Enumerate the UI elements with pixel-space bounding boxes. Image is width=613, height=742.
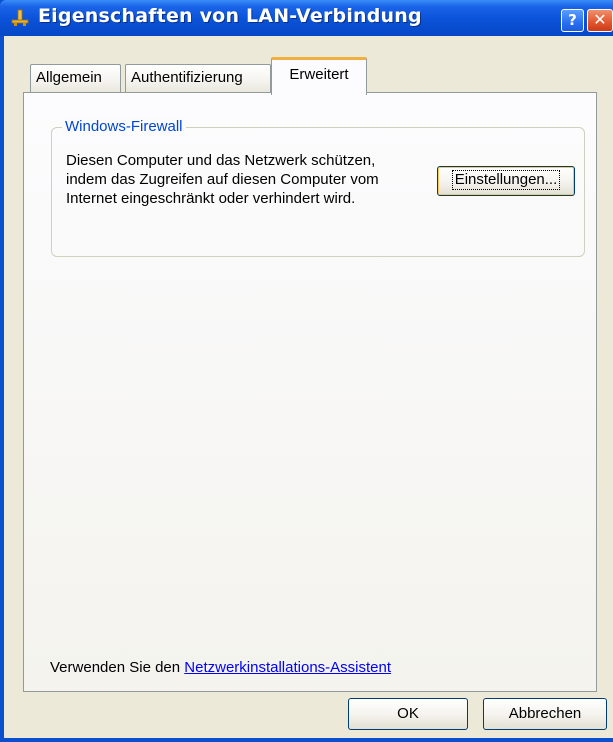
ok-button[interactable]: OK: [348, 698, 468, 730]
tab-authentifizierung[interactable]: Authentifizierung: [125, 64, 271, 92]
einstellungen-button-label: Einstellungen...: [451, 170, 561, 190]
assistant-hint: Verwenden Sie den Netzwerkinstallations-…: [50, 659, 391, 676]
firewall-description: Diesen Computer und das Netzwerk schütze…: [66, 152, 379, 207]
help-button[interactable]: ?: [561, 9, 584, 32]
network-setup-wizard-link[interactable]: Netzwerkinstallations-Assistent: [184, 659, 391, 676]
window-title: Eigenschaften von LAN-Verbindung: [38, 5, 422, 27]
dialog-window: Eigenschaften von LAN-Verbindung ? ✕ All…: [0, 0, 613, 742]
tab-erweitert[interactable]: Erweitert: [271, 57, 367, 95]
network-connection-icon: [11, 9, 29, 26]
firewall-groupbox: Windows-Firewall Diesen Computer und das…: [51, 118, 585, 257]
title-bar[interactable]: Eigenschaften von LAN-Verbindung ? ✕: [0, 0, 613, 36]
dialog-client-area: Allgemein Authentifizierung Erweitert Wi…: [4, 36, 613, 738]
einstellungen-button[interactable]: Einstellungen...: [437, 166, 575, 196]
tab-allgemein[interactable]: Allgemein: [30, 64, 121, 92]
firewall-group-label: Windows-Firewall: [62, 118, 186, 136]
tab-panel-erweitert: Windows-Firewall Diesen Computer und das…: [23, 92, 597, 692]
close-button[interactable]: ✕: [587, 9, 613, 32]
assistant-hint-text: Verwenden Sie den: [50, 659, 185, 676]
cancel-button[interactable]: Abbrechen: [483, 698, 607, 730]
